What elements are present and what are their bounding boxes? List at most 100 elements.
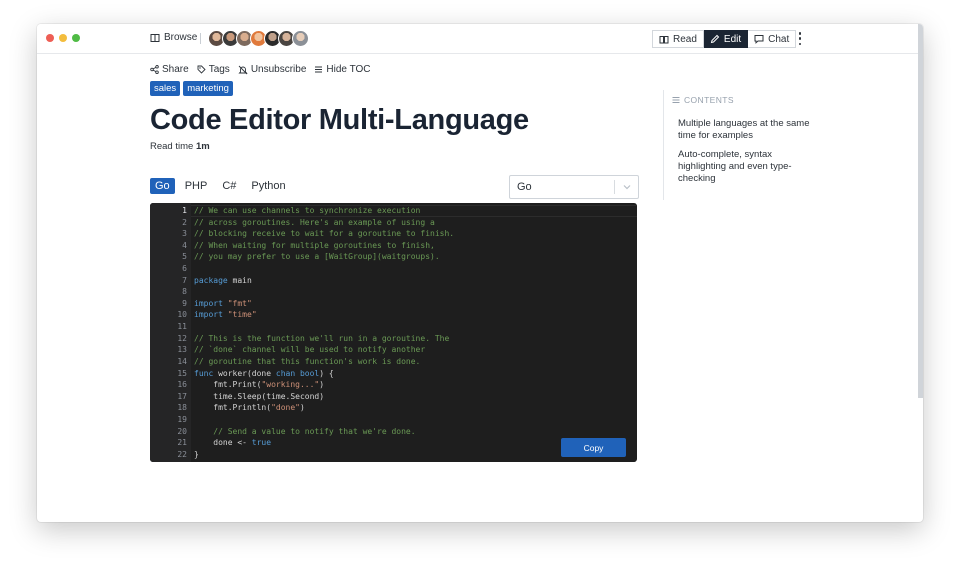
zoom-window-button[interactable]: [72, 34, 80, 42]
collaborator-avatars[interactable]: [208, 30, 309, 47]
code-line[interactable]: import "fmt": [194, 298, 637, 310]
code-token: package: [194, 275, 228, 285]
code-line[interactable]: package main: [194, 275, 637, 287]
browse-label: Browse: [164, 32, 198, 43]
code-line[interactable]: // When waiting for multiple goroutines …: [194, 240, 637, 252]
read-time-label: Read time: [150, 141, 194, 152]
code-token: // Send a value to notify that we're don…: [213, 426, 416, 436]
line-number: 7: [182, 275, 187, 285]
code-token: ): [299, 403, 305, 413]
code-line[interactable]: import "time": [194, 309, 637, 321]
tags-label: Tags: [208, 64, 230, 75]
code-token: // blocking receive to wait for a gorout…: [194, 229, 455, 239]
tab-go[interactable]: Go: [150, 178, 175, 194]
language-select[interactable]: Go: [509, 175, 639, 199]
line-numbers: 1 2 3 4 5 6 7 8 9 10 11 12 13 14 15 16 17 18 19 20 21 22: [150, 205, 187, 460]
code-line[interactable]: // Send a value to notify that we're don…: [194, 426, 637, 438]
tag-sales[interactable]: sales: [150, 81, 181, 96]
line-number-gutter: 1 2 3 4 5 6 7 8 9 10 11 12 13 14 15 16 17 18 19 20 21 22: [150, 203, 191, 462]
code-line[interactable]: time.Sleep(time.Second): [194, 391, 637, 403]
code-token: "time": [227, 310, 257, 320]
code-line[interactable]: // `done` channel will be used to notify…: [194, 344, 637, 356]
code-token: func: [194, 368, 214, 378]
line-number: 13: [177, 345, 187, 355]
top-bar: Browse Read Edit Chat: [37, 24, 923, 54]
tab-php[interactable]: PHP: [180, 178, 213, 194]
line-number: 8: [182, 287, 187, 297]
page-title: Code Editor Multi-Language: [150, 104, 529, 136]
code-line[interactable]: // This is the function we'll run in a g…: [194, 333, 637, 345]
hide-toc-button[interactable]: Hide TOC: [314, 64, 371, 75]
code-line[interactable]: [194, 286, 637, 298]
toc-item[interactable]: Auto-complete, syntax highlighting and e…: [678, 149, 814, 186]
code-token: // When waiting for multiple goroutines …: [194, 240, 435, 250]
minimize-window-button[interactable]: [59, 34, 67, 42]
chevron-down-icon: [623, 185, 631, 190]
chat-mode-label: Chat: [768, 33, 790, 45]
toc-item[interactable]: Multiple languages at the same time for …: [678, 118, 814, 143]
code-token: // goroutine that this function's work i…: [194, 356, 421, 366]
code-line[interactable]: [194, 263, 637, 275]
line-number: 19: [177, 414, 187, 424]
code-token: // you may prefer to use a [WaitGroup](w…: [194, 252, 440, 262]
browse-button[interactable]: Browse: [150, 32, 197, 43]
tab-python[interactable]: Python: [246, 178, 290, 194]
code-line[interactable]: // you may prefer to use a [WaitGroup](w…: [194, 251, 637, 263]
tag-icon: [197, 65, 206, 74]
share-button[interactable]: Share: [150, 64, 189, 75]
more-options-icon[interactable]: [797, 32, 803, 45]
code-token: fmt.Print(: [194, 380, 262, 390]
code-lines[interactable]: // We can use channels to synchronize ex…: [194, 205, 637, 460]
language-tabs: Go PHP C# Python: [150, 178, 291, 194]
code-editor[interactable]: 1 2 3 4 5 6 7 8 9 10 11 12 13 14 15 16 17 18 19 20 21 22 // W…: [150, 203, 637, 462]
line-number: 2: [182, 217, 187, 227]
code-token: import: [194, 310, 223, 320]
line-number: 6: [182, 264, 187, 274]
scrollbar[interactable]: [918, 24, 923, 398]
toc-heading-label: CONTENTS: [684, 95, 734, 105]
code-line[interactable]: fmt.Print("working..."): [194, 379, 637, 391]
line-number: 14: [177, 356, 187, 366]
list-icon: [672, 97, 680, 103]
code-line[interactable]: // across goroutines. Here's an example …: [194, 217, 637, 229]
code-token: }: [194, 449, 199, 459]
code-token: ): [319, 380, 325, 390]
code-line[interactable]: fmt.Println("done"): [194, 402, 637, 414]
code-line[interactable]: func worker(done chan bool) {: [194, 368, 637, 380]
line-number: 16: [177, 380, 187, 390]
code-token: bool: [299, 368, 320, 378]
code-token: main: [227, 275, 252, 285]
code-line[interactable]: [194, 414, 637, 426]
line-number: 5: [182, 252, 187, 262]
edit-mode-button[interactable]: Edit: [703, 30, 749, 48]
list-icon: [315, 66, 323, 73]
avatar[interactable]: [292, 30, 309, 47]
share-icon: [150, 65, 159, 74]
tag-list: sales marketing: [150, 81, 233, 96]
read-mode-label: Read: [673, 33, 697, 45]
code-token: // `done` channel will be used to notify…: [194, 345, 426, 355]
code-line[interactable]: // blocking receive to wait for a gorout…: [194, 228, 637, 240]
table-of-contents: CONTENTS Multiple languages at the same …: [663, 90, 814, 200]
line-number: 3: [182, 229, 187, 239]
copy-button[interactable]: Copy: [561, 438, 626, 457]
tab-csharp[interactable]: C#: [217, 178, 241, 194]
divider: [200, 33, 201, 44]
chat-icon: [754, 35, 764, 44]
unsubscribe-button[interactable]: Unsubscribe: [238, 64, 306, 75]
line-number: 1: [182, 206, 187, 215]
chat-mode-button[interactable]: Chat: [748, 30, 797, 48]
toc-heading: CONTENTS: [672, 95, 734, 105]
code-token: // across goroutines. Here's an example …: [194, 217, 435, 227]
book-icon: [659, 35, 669, 43]
line-number: 18: [177, 403, 187, 413]
code-line[interactable]: // We can use channels to synchronize ex…: [194, 205, 637, 217]
code-line[interactable]: // goroutine that this function's work i…: [194, 356, 637, 368]
code-token: fmt.Println(: [194, 403, 272, 413]
close-window-button[interactable]: [46, 34, 54, 42]
read-mode-button[interactable]: Read: [652, 30, 704, 48]
tag-marketing[interactable]: marketing: [183, 81, 233, 96]
code-line[interactable]: [194, 321, 637, 333]
read-time: Read time 1m: [150, 141, 210, 152]
tags-button[interactable]: Tags: [197, 64, 230, 75]
